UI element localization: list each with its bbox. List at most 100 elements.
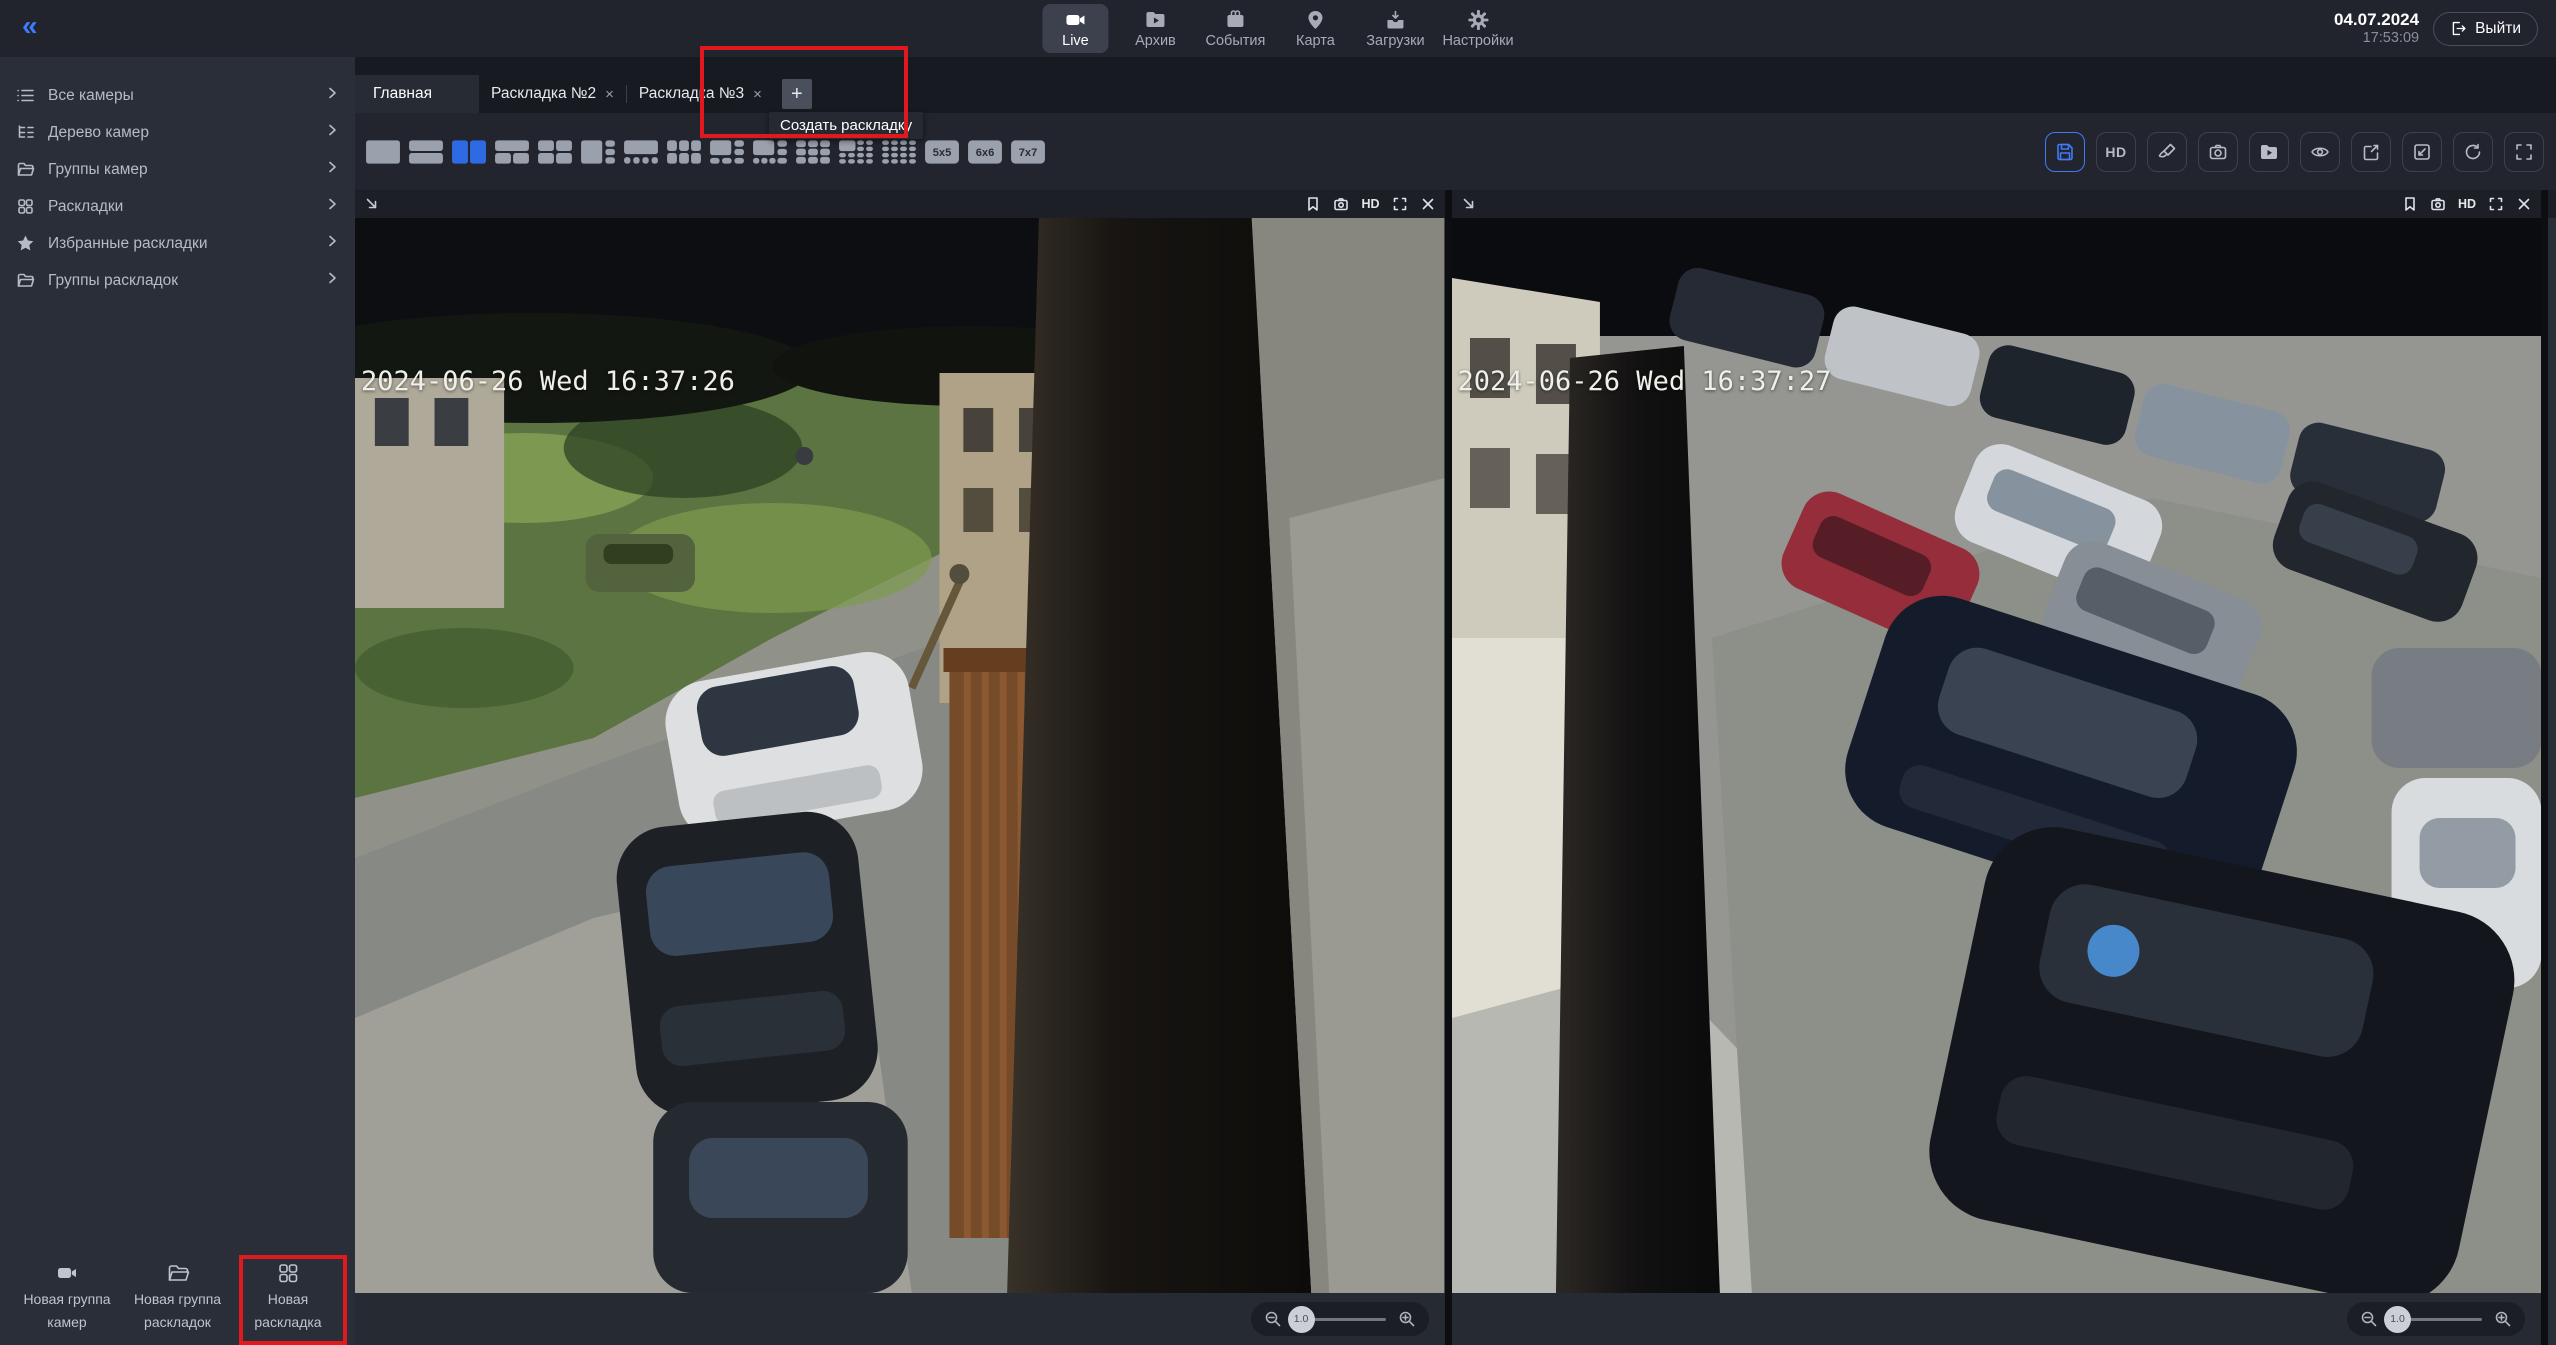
save-layout-button[interactable] — [2045, 132, 2085, 172]
folder-icon — [166, 1261, 190, 1285]
nav-settings[interactable]: Настройки — [1442, 4, 1513, 53]
current-time: 17:53:09 — [2334, 30, 2419, 47]
screenshot-button[interactable] — [2198, 132, 2238, 172]
refresh-icon — [2463, 142, 2483, 162]
zoom-in-icon[interactable] — [1398, 1310, 1416, 1328]
layout-2cols-icon[interactable] — [451, 139, 487, 165]
button-label-line: Новая — [268, 1290, 309, 1308]
list-icon — [16, 86, 35, 105]
tree-icon — [16, 123, 35, 142]
grid-icon — [16, 197, 35, 216]
videocam-icon — [55, 1261, 79, 1285]
camera-tile-2[interactable]: HD — [1452, 190, 2542, 1345]
nav-map[interactable]: Карта — [1282, 4, 1348, 53]
button-label-line: раскладок — [144, 1313, 211, 1331]
zoom-out-icon[interactable] — [1264, 1310, 1282, 1328]
camera-tile-1[interactable]: HD — [355, 190, 1445, 1345]
logout-icon — [2450, 20, 2467, 37]
camera-video-1[interactable]: 2024-06-26 Wed 16:37:26 — [355, 218, 1445, 1293]
camera-tile-footer: 1.0 — [1452, 1293, 2542, 1345]
close-tab-icon[interactable]: × — [605, 86, 614, 103]
sidebar-item-camera-groups[interactable]: Группы камер — [0, 151, 355, 188]
sidebar-item-layouts[interactable]: Раскладки — [0, 188, 355, 225]
expand-corner-icon[interactable] — [1461, 196, 1477, 212]
sidebar-list: Все камеры Дерево камер Группы камер Рас… — [0, 57, 355, 299]
new-camera-group-button[interactable]: Новая группа камер — [14, 1261, 120, 1331]
hd-quality-button[interactable]: HD — [2096, 132, 2136, 172]
snapshot-icon[interactable] — [1333, 196, 1349, 212]
expand-corner-icon[interactable] — [364, 196, 380, 212]
camera-timestamp: 2024-06-26 Wed 16:37:27 — [1458, 366, 1832, 397]
layout-1plus5-icon[interactable] — [709, 139, 745, 165]
nav-events[interactable]: События — [1202, 4, 1268, 53]
layout-1plus2-icon[interactable] — [494, 139, 530, 165]
sidebar-item-label: Все камеры — [48, 87, 134, 105]
new-layout-group-button[interactable]: Новая группа раскладок — [125, 1261, 231, 1331]
layout-4x4-icon[interactable] — [881, 139, 917, 165]
share-layout-button[interactable] — [2351, 132, 2391, 172]
camera-timestamp: 2024-06-26 Wed 16:37:26 — [361, 366, 735, 397]
close-tab-icon[interactable]: × — [753, 86, 762, 103]
sidebar-item-favorite-layouts[interactable]: Избранные раскладки — [0, 225, 355, 262]
eye-icon — [2310, 142, 2330, 162]
sidebar-collapse-icon[interactable]: « — [22, 10, 36, 42]
nav-label: Карта — [1296, 33, 1335, 49]
camera-tile-header: HD — [1452, 190, 2542, 218]
nav-downloads[interactable]: Загрузки — [1362, 4, 1428, 53]
logout-button[interactable]: Выйти — [2433, 12, 2538, 46]
tab-layout-3[interactable]: Раскладка №3 × — [627, 75, 774, 113]
tab-label: Раскладка №3 — [639, 85, 744, 103]
layout-6x6-icon[interactable]: 6x6 — [967, 139, 1003, 165]
layout-2x2-icon[interactable] — [537, 139, 573, 165]
bookmark-icon[interactable] — [1305, 196, 1321, 212]
snapshot-icon[interactable] — [2430, 196, 2446, 212]
layout-7x7-icon[interactable]: 7x7 — [1010, 139, 1046, 165]
layout-1plus7-icon[interactable] — [752, 139, 788, 165]
nav-archive[interactable]: Архив — [1122, 4, 1188, 53]
layout-1x1-icon[interactable] — [365, 139, 401, 165]
fullscreen-button[interactable] — [2504, 132, 2544, 172]
tab-home[interactable]: Главная — [355, 75, 479, 113]
layout-1plus12-icon[interactable] — [838, 139, 874, 165]
zoom-slider[interactable]: 1.0 — [1294, 1318, 1386, 1321]
folder-icon — [16, 160, 35, 179]
folder-icon — [16, 271, 35, 290]
zoom-out-icon[interactable] — [2360, 1310, 2378, 1328]
layout-3x3-icon[interactable] — [795, 139, 831, 165]
sidebar-item-all-cameras[interactable]: Все камеры — [0, 77, 355, 114]
hd-badge[interactable]: HD — [2458, 197, 2476, 211]
open-archive-button[interactable] — [2249, 132, 2289, 172]
layout-2rows-icon[interactable] — [408, 139, 444, 165]
layout-5x5-icon[interactable]: 5x5 — [924, 139, 960, 165]
zoom-slider-handle[interactable]: 1.0 — [2384, 1306, 2411, 1333]
nav-live[interactable]: Live — [1042, 4, 1108, 53]
add-layout-tab-button[interactable]: + — [782, 79, 812, 109]
tile-fullscreen-icon[interactable] — [1392, 196, 1408, 212]
close-tile-icon[interactable] — [2516, 196, 2532, 212]
sidebar-item-layout-groups[interactable]: Группы раскладок — [0, 262, 355, 299]
sidebar-item-camera-tree[interactable]: Дерево камер — [0, 114, 355, 151]
tab-layout-2[interactable]: Раскладка №2 × — [479, 75, 626, 113]
view-mode-button[interactable] — [2300, 132, 2340, 172]
videocam-icon — [1064, 9, 1086, 31]
zoom-in-icon[interactable] — [2494, 1310, 2512, 1328]
new-layout-button[interactable]: Новая раскладка — [235, 1261, 341, 1331]
close-tile-icon[interactable] — [1420, 196, 1436, 212]
fit-resize-button[interactable] — [2402, 132, 2442, 172]
hd-badge[interactable]: HD — [1361, 197, 1379, 211]
nav-label: Live — [1062, 33, 1089, 49]
tile-fullscreen-icon[interactable] — [2488, 196, 2504, 212]
layout-3x2-icon[interactable] — [666, 139, 702, 165]
sidebar-footer: Новая группа камер Новая группа раскладо… — [0, 1249, 355, 1345]
zoom-slider-handle[interactable]: 1.0 — [1288, 1306, 1315, 1333]
refresh-button[interactable] — [2453, 132, 2493, 172]
sidebar: Все камеры Дерево камер Группы камер Рас… — [0, 57, 355, 1345]
current-date: 04.07.2024 — [2334, 10, 2419, 30]
zoom-slider[interactable]: 1.0 — [2390, 1318, 2482, 1321]
layout-1plus3-icon[interactable] — [580, 139, 616, 165]
clear-layout-button[interactable] — [2147, 132, 2187, 172]
camera-video-2[interactable]: 2024-06-26 Wed 16:37:27 — [1452, 218, 2542, 1293]
bookmark-icon[interactable] — [2402, 196, 2418, 212]
layout-1plus4-icon[interactable] — [623, 139, 659, 165]
digital-zoom-control: 1.0 — [2347, 1302, 2525, 1336]
